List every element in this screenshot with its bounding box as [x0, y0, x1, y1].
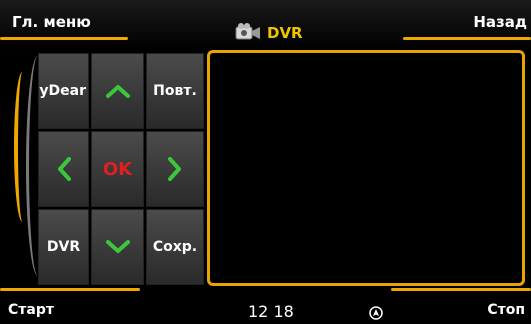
repeat-label: Повт.: [153, 83, 197, 99]
right-button[interactable]: [146, 131, 204, 207]
up-button[interactable]: [91, 53, 144, 129]
main-menu-button[interactable]: Гл. меню: [0, 0, 135, 46]
start-overline: [0, 288, 140, 291]
video-camera-icon: [235, 23, 260, 40]
dvr-screen: Гл. меню DVR Назад MyDear: [0, 0, 531, 324]
page-title: DVR: [267, 24, 303, 42]
back-underline: [403, 37, 531, 40]
chevron-right-icon: [168, 157, 181, 181]
navigation-arrow-icon: [369, 306, 383, 320]
main-menu-label: Гл. меню: [12, 13, 91, 31]
dvr-label: DVR: [46, 239, 81, 255]
down-button[interactable]: [91, 209, 144, 285]
mydear-button[interactable]: MyDear: [38, 53, 89, 129]
top-bar: Гл. меню DVR Назад: [0, 0, 531, 50]
back-label: Назад: [473, 13, 527, 31]
start-label: Старт: [8, 302, 54, 318]
back-button[interactable]: Назад: [396, 0, 531, 46]
dvr-button[interactable]: DVR: [38, 209, 89, 285]
ok-label: OK: [102, 158, 133, 180]
stop-overline: [391, 288, 531, 291]
left-button[interactable]: [38, 131, 89, 207]
mydear-label: MyDear: [39, 83, 86, 99]
control-grid: MyDear Повт. OK DVR: [38, 53, 206, 285]
save-button[interactable]: Сохр.: [146, 209, 204, 285]
chevron-down-icon: [105, 240, 130, 253]
clock: 12 18: [248, 302, 294, 321]
video-display[interactable]: [207, 50, 525, 286]
stop-label: Стоп: [487, 302, 525, 318]
save-label: Сохр.: [152, 239, 198, 255]
chevron-left-icon: [57, 157, 71, 181]
main-menu-underline: [0, 37, 128, 40]
chevron-up-icon: [105, 85, 130, 98]
start-button[interactable]: Старт: [0, 288, 140, 324]
stop-button[interactable]: Стоп: [391, 288, 531, 324]
repeat-button[interactable]: Повт.: [146, 53, 204, 129]
bottom-bar: Старт 12 18 Стоп: [0, 288, 531, 324]
ok-button[interactable]: OK: [91, 131, 144, 207]
